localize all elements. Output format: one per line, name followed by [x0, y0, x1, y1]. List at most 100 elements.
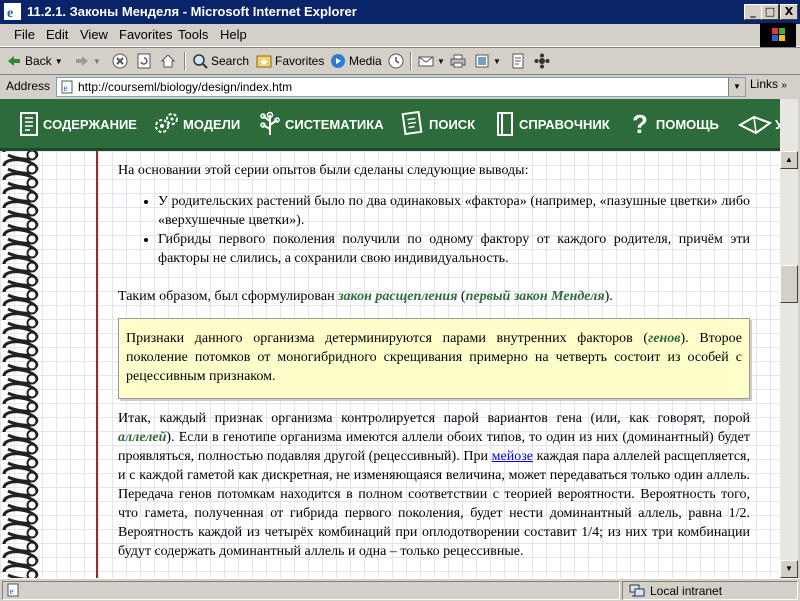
address-bar: Address e http://courseml/biology/design…	[0, 74, 800, 99]
forward-dropdown-icon: ▼	[93, 56, 101, 66]
mail-dropdown-icon: ▼	[437, 56, 445, 66]
zone-label: Local intranet	[650, 583, 723, 598]
nav-search-label: ПОИСК	[429, 116, 476, 132]
site-nav-bar: СОДЕРЖАНИЕ МОДЕЛИ СИСТЕМАТИКА ПОИСК СПРА…	[0, 99, 780, 151]
back-arrow-icon	[8, 56, 20, 66]
search-label: Search	[211, 54, 250, 68]
security-zone-pane: Local intranet	[622, 581, 798, 600]
minimize-button[interactable]: _	[744, 4, 762, 20]
svg-text:e: e	[64, 83, 68, 93]
scroll-up-icon[interactable]: ▲	[780, 151, 798, 169]
nav-search[interactable]: ПОИСК	[400, 111, 475, 137]
nav-help[interactable]: ? ПОМОЩЬ	[632, 109, 719, 139]
close-button[interactable]: X	[780, 4, 798, 20]
tree-icon	[260, 111, 280, 135]
svg-text:e: e	[7, 6, 13, 20]
links-label: Links	[750, 77, 779, 91]
media-icon	[331, 54, 345, 68]
favorites-label: Favorites	[275, 54, 325, 68]
status-message-pane: e	[2, 581, 620, 600]
nav-systematics-label: СИСТЕМАТИКА	[285, 116, 384, 132]
meiosis-link[interactable]: мейозе	[492, 449, 533, 464]
back-dropdown-icon: ▼	[54, 56, 63, 66]
nav-reference-label: СПРАВОЧНИК	[519, 116, 610, 132]
page-viewport: СОДЕРЖАНИЕ МОДЕЛИ СИСТЕМАТИКА ПОИСК СПРА…	[0, 99, 780, 578]
search-button[interactable]: Search	[192, 52, 249, 70]
favorites-icon	[256, 55, 272, 68]
favorites-button[interactable]: Favorites	[256, 52, 324, 70]
forward-button[interactable]: ▼	[74, 52, 101, 70]
maximize-button[interactable]: □	[761, 4, 779, 20]
menu-favorites[interactable]: Favorites	[119, 27, 172, 42]
nav-more[interactable]: У	[738, 111, 780, 137]
refresh-icon	[137, 53, 151, 69]
reference-book-icon	[497, 112, 513, 136]
mail-button[interactable]: ▼	[418, 52, 445, 70]
conclusions-list: У родительских растений было по два один…	[118, 192, 750, 268]
menu-help[interactable]: Help	[220, 27, 247, 42]
list-item: У родительских растений было по два один…	[158, 192, 750, 230]
media-label: Media	[349, 54, 382, 68]
vertical-scrollbar[interactable]: ▲ ▼	[780, 99, 798, 578]
toolbar-separator	[184, 52, 186, 70]
nav-contents[interactable]: СОДЕРЖАНИЕ	[18, 111, 137, 137]
notebook-spiral-binding	[2, 151, 39, 578]
windows-flag-icon	[760, 23, 796, 47]
scroll-down-icon[interactable]: ▼	[780, 560, 798, 578]
history-icon	[388, 53, 404, 69]
title-bar: e 11.2.1. Законы Менделя - Microsoft Int…	[0, 0, 800, 24]
book-icon	[20, 112, 38, 136]
law-paragraph: Таким образом, был сформулирован закон р…	[118, 287, 750, 306]
status-bar: e Local intranet	[0, 578, 800, 601]
nav-models-label: МОДЕЛИ	[183, 116, 241, 132]
page-icon: e	[61, 80, 73, 94]
nav-systematics[interactable]: СИСТЕМАТИКА	[258, 111, 384, 137]
edit-button[interactable]: ▼	[474, 52, 501, 70]
law-text: ).	[604, 289, 613, 304]
nav-models[interactable]: МОДЕЛИ	[152, 111, 240, 137]
list-item: Гибриды первого поколения получили по од…	[158, 230, 750, 268]
home-button[interactable]	[160, 52, 176, 70]
address-label: Address	[6, 79, 51, 93]
media-button[interactable]: Media	[330, 52, 382, 70]
scroll-thumb[interactable]	[780, 265, 798, 303]
chevron-right-icon: »	[781, 80, 787, 91]
menu-bar: File Edit View Favorites Tools Help	[0, 24, 800, 47]
stop-button[interactable]	[112, 52, 128, 70]
law-term: закон расщепления	[338, 289, 458, 304]
back-label: Back	[25, 54, 52, 68]
links-toolbar[interactable]: Links »	[750, 77, 787, 91]
menu-edit[interactable]: Edit	[46, 27, 68, 42]
law-text: Таким образом, был сформулирован	[118, 289, 339, 304]
stop-icon	[112, 53, 128, 69]
address-dropdown-icon[interactable]: ▼	[728, 78, 745, 96]
print-icon	[450, 54, 466, 68]
back-button[interactable]: Back ▼	[6, 52, 63, 70]
discuss-button[interactable]	[510, 52, 526, 70]
nav-reference[interactable]: СПРАВОЧНИК	[494, 111, 610, 137]
forward-arrow-icon	[76, 56, 88, 66]
edit-icon	[475, 54, 489, 68]
refresh-button[interactable]	[136, 52, 152, 70]
definition-part: Признаки данного организма детерминируют…	[126, 331, 649, 346]
edit-dropdown-icon: ▼	[493, 56, 501, 66]
menu-file[interactable]: File	[14, 27, 35, 42]
history-button[interactable]	[388, 52, 404, 70]
book-open-icon	[738, 115, 772, 135]
paragraph-part: Итак, каждый признак организма контролир…	[118, 411, 750, 426]
intro-paragraph: На основании этой серии опытов были сдел…	[118, 163, 529, 178]
address-url: http://courseml/biology/design/index.htm	[78, 80, 293, 94]
alleles-paragraph: Итак, каждый признак организма контролир…	[118, 409, 750, 561]
messenger-button[interactable]	[534, 52, 550, 70]
margin-line	[96, 151, 98, 578]
law-text: (	[457, 289, 466, 304]
svg-text:e: e	[10, 586, 14, 596]
ie-logo-icon: e	[4, 3, 21, 20]
gears-icon	[155, 113, 178, 133]
menu-tools[interactable]: Tools	[178, 27, 208, 42]
window-title: 11.2.1. Законы Менделя - Microsoft Inter…	[27, 4, 357, 19]
nav-contents-label: СОДЕРЖАНИЕ	[43, 116, 137, 132]
print-button[interactable]	[450, 52, 466, 70]
address-input[interactable]: e http://courseml/biology/design/index.h…	[56, 77, 746, 97]
menu-view[interactable]: View	[80, 27, 108, 42]
